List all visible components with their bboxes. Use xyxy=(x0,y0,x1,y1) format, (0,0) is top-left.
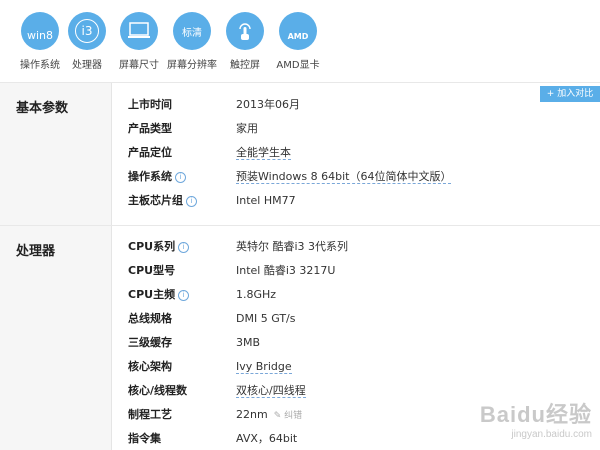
spec-row: 核心/线程数 双核心/四线程 xyxy=(128,381,306,401)
spec-value: Intel 酷睿i3 3217U xyxy=(236,264,336,277)
spec-row: 总线规格 DMI 5 GT/s xyxy=(128,309,296,329)
icon-item-touch[interactable]: 触控屏 xyxy=(218,12,272,71)
icon-item-os[interactable]: win8 操作系统 xyxy=(13,12,67,71)
spec-row: CPU主频 i 1.8GHz xyxy=(128,285,276,305)
touchscreen-icon xyxy=(226,12,264,50)
spec-value: DMI 5 GT/s xyxy=(236,312,296,325)
info-icon[interactable]: i xyxy=(186,196,197,207)
spec-value: Intel HM77 xyxy=(236,194,296,207)
spec-key: 制程工艺 xyxy=(128,408,172,421)
edit-icon: ✎ xyxy=(273,411,282,421)
icon-label: 处理器 xyxy=(72,60,102,71)
spec-value: 2013年06月 xyxy=(236,98,300,111)
section-title: 基本参数 xyxy=(16,101,69,116)
spec-row: 核心架构 Ivy Bridge xyxy=(128,357,292,377)
spec-value-link[interactable]: 全能学生本 xyxy=(236,146,291,160)
watermark-logo: Baidu经验 xyxy=(479,402,592,427)
spec-key: 核心/线程数 xyxy=(128,384,188,397)
section-sidebar xyxy=(0,226,112,450)
spec-row: 指令集 AVX，64bit xyxy=(128,429,297,449)
watermark-url: jingyan.baidu.com xyxy=(511,429,592,440)
spec-value-link[interactable]: Ivy Bridge xyxy=(236,360,292,374)
spec-value: 22nm xyxy=(236,408,268,421)
spec-value: 3MB xyxy=(236,336,261,349)
spec-key: CPU型号 xyxy=(128,264,176,277)
spec-key: 总线规格 xyxy=(128,312,172,325)
info-icon[interactable]: i xyxy=(178,290,190,301)
icon-item-gpu[interactable]: AMD AMD显卡 xyxy=(271,12,325,71)
spec-key: 产品类型 xyxy=(128,122,172,135)
info-icon[interactable]: i xyxy=(178,242,190,253)
spec-key: 主板芯片组 xyxy=(128,194,183,207)
baidu-watermark: Baidu经验 jingyan.baidu.com xyxy=(480,397,592,440)
spec-key: 产品定位 xyxy=(128,146,172,159)
icon-item-cpu[interactable]: i3 处理器 xyxy=(60,12,114,71)
screen-size-icon xyxy=(120,12,158,50)
spec-value: AVX，64bit xyxy=(236,432,298,445)
spec-key: 核心架构 xyxy=(128,360,172,373)
info-icon[interactable]: i xyxy=(175,172,186,183)
icon-item-screen-size[interactable]: 屏幕尺寸 xyxy=(112,12,166,71)
spec-key: 指令集 xyxy=(128,432,161,445)
spec-value: 1.8GHz xyxy=(236,288,277,301)
correction-label: 纠错 xyxy=(284,411,303,421)
spec-row: 制程工艺 22nm ✎ 纠错 xyxy=(128,405,302,425)
spec-row: CPU系列 i 英特尔 酷睿i3 3代系列 xyxy=(128,237,348,257)
spec-value: 家用 xyxy=(236,122,258,135)
spec-key: 三级缓存 xyxy=(128,336,172,349)
spec-row: 产品定位 全能学生本 xyxy=(128,143,291,163)
correction-link[interactable]: ✎ 纠错 xyxy=(274,411,302,421)
spec-row: 操作系统 i 预装Windows 8 64bit（64位简体中文版） xyxy=(128,167,452,187)
win8-icon: win8 xyxy=(21,12,59,50)
icon-label: 屏幕尺寸 xyxy=(119,60,159,71)
icon-label: 触控屏 xyxy=(230,60,260,71)
icon-label: 屏幕分辨率 xyxy=(167,60,217,71)
amd-gpu-icon: AMD xyxy=(279,12,317,50)
spec-key: 上市时间 xyxy=(128,98,172,111)
spec-row: 主板芯片组 i Intel HM77 xyxy=(128,191,296,211)
icon-label: AMD显卡 xyxy=(276,60,320,71)
section-basic-params: 基本参数 上市时间 2013年06月 产品类型 家用 产品定位 全能学生本 操作系统 i… xyxy=(0,83,600,226)
resolution-icon: 标清 xyxy=(173,12,211,50)
spec-row: 三级缓存 3MB xyxy=(128,333,260,353)
section-title: 处理器 xyxy=(16,244,56,259)
spec-key: CPU主频 xyxy=(128,288,176,301)
spec-row: 上市时间 2013年06月 xyxy=(128,95,300,115)
cpu-i3-icon: i3 xyxy=(68,12,106,50)
feature-icon-bar: win8 操作系统 i3 处理器 屏幕尺寸 标清 屏幕分辨率 触控屏 AMD A… xyxy=(0,0,600,83)
spec-row: 产品类型 家用 xyxy=(128,119,258,139)
spec-key: CPU系列 xyxy=(128,240,176,253)
spec-value: 英特尔 酷睿i3 3代系列 xyxy=(236,240,349,253)
spec-value-link[interactable]: 预装Windows 8 64bit（64位简体中文版） xyxy=(236,170,452,184)
icon-item-resolution[interactable]: 标清 屏幕分辨率 xyxy=(165,12,219,71)
spec-key: 操作系统 xyxy=(128,170,172,183)
icon-label: 操作系统 xyxy=(20,60,60,71)
spec-value-link[interactable]: 双核心/四线程 xyxy=(236,384,306,398)
spec-row: CPU型号 Intel 酷睿i3 3217U xyxy=(128,261,335,281)
